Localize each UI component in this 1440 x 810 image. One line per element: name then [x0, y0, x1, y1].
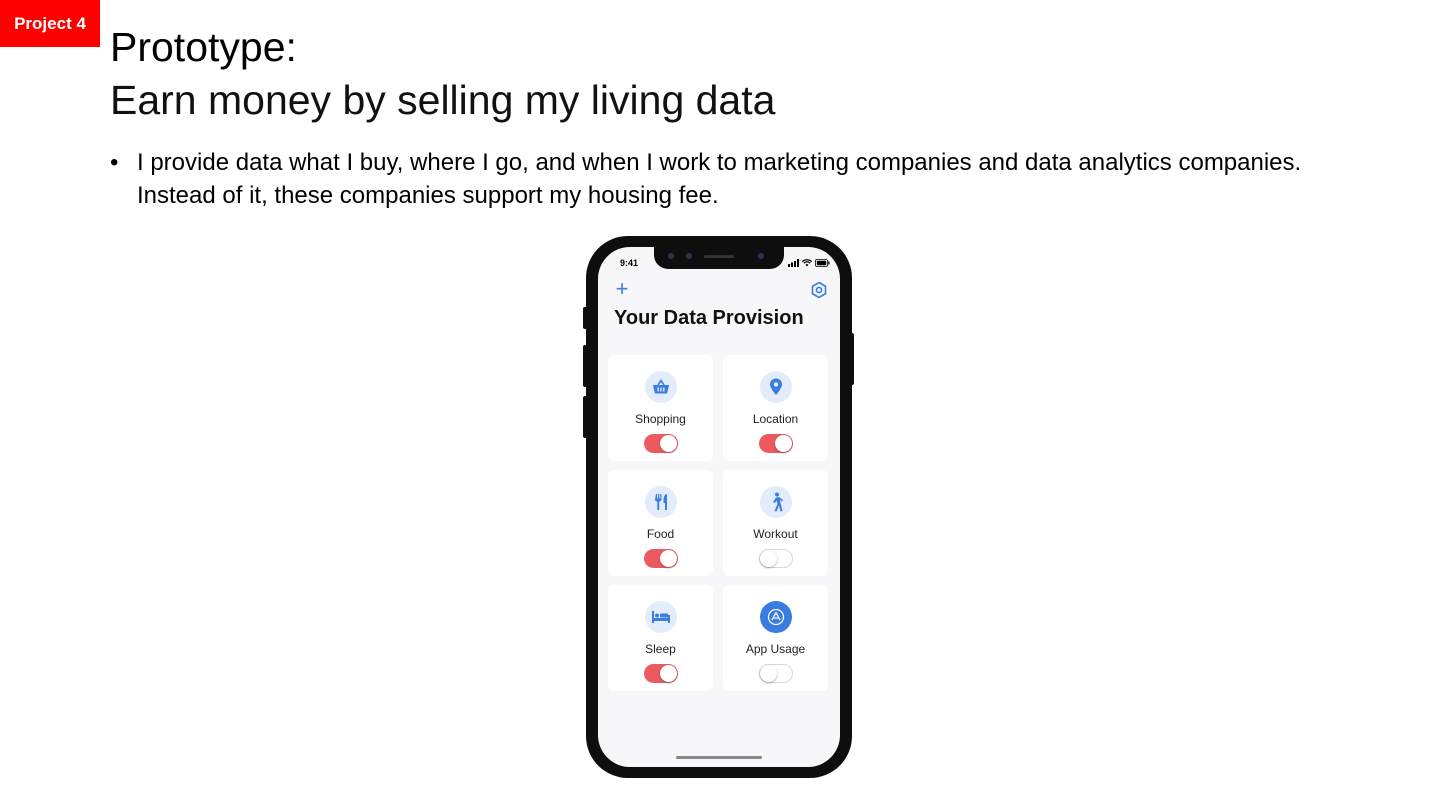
- bullet-point: • I provide data what I buy, where I go,…: [110, 146, 1350, 212]
- workout-toggle[interactable]: [758, 549, 793, 568]
- toggle-knob: [759, 550, 777, 567]
- project-badge: Project 4: [0, 0, 100, 47]
- shopping-toggle[interactable]: [643, 434, 678, 453]
- phone-screen: 9:41 + Your Data Provision Shopping Loca…: [598, 247, 840, 767]
- card-label: Workout: [753, 527, 798, 541]
- data-category-grid: Shopping Location Food Workout Sleep App…: [608, 355, 830, 691]
- app-usage-toggle[interactable]: [758, 664, 793, 683]
- walking-person-icon: [759, 486, 792, 518]
- toggle-knob: [659, 550, 677, 567]
- card-shopping: Shopping: [608, 355, 713, 461]
- status-icons: [788, 258, 830, 267]
- home-indicator[interactable]: [676, 756, 762, 759]
- fork-knife-icon: [644, 486, 677, 518]
- toggle-knob: [659, 665, 677, 682]
- bed-icon: [644, 601, 677, 633]
- front-camera-icon: [758, 253, 764, 259]
- add-icon[interactable]: +: [612, 278, 632, 300]
- map-pin-icon: [759, 371, 792, 403]
- settings-icon[interactable]: [810, 281, 828, 299]
- food-toggle[interactable]: [643, 549, 678, 568]
- sleep-toggle[interactable]: [643, 664, 678, 683]
- toggle-knob: [759, 665, 777, 682]
- card-label: Food: [646, 527, 675, 541]
- slide-subtitle: Earn money by selling my living data: [110, 77, 776, 123]
- basket-icon: [644, 371, 677, 403]
- status-time: 9:41: [620, 258, 639, 268]
- camera-icon: [668, 253, 674, 259]
- card-label: Shopping: [635, 412, 686, 426]
- card-label: App Usage: [745, 642, 806, 656]
- phone-notch: [654, 247, 784, 269]
- speaker-grille: [704, 255, 734, 258]
- card-label: Sleep: [645, 642, 676, 656]
- battery-icon: [815, 258, 830, 267]
- toggle-knob: [774, 435, 792, 452]
- card-workout: Workout: [723, 470, 828, 576]
- bullet-dot: •: [110, 149, 119, 176]
- slide-title: Prototype:: [110, 24, 297, 70]
- app-store-icon: [759, 601, 792, 633]
- signal-icon: [788, 258, 799, 267]
- card-sleep: Sleep: [608, 585, 713, 691]
- phone-mockup: 9:41 + Your Data Provision Shopping Loca…: [586, 236, 852, 778]
- card-food: Food: [608, 470, 713, 576]
- sensor-icon: [686, 253, 692, 259]
- card-label: Location: [752, 412, 799, 426]
- bullet-text: I provide data what I buy, where I go, a…: [137, 149, 1302, 209]
- card-app-usage: App Usage: [723, 585, 828, 691]
- toggle-knob: [659, 435, 677, 452]
- wifi-icon: [802, 258, 812, 266]
- card-location: Location: [723, 355, 828, 461]
- app-title: Your Data Provision: [614, 307, 804, 329]
- location-toggle[interactable]: [758, 434, 793, 453]
